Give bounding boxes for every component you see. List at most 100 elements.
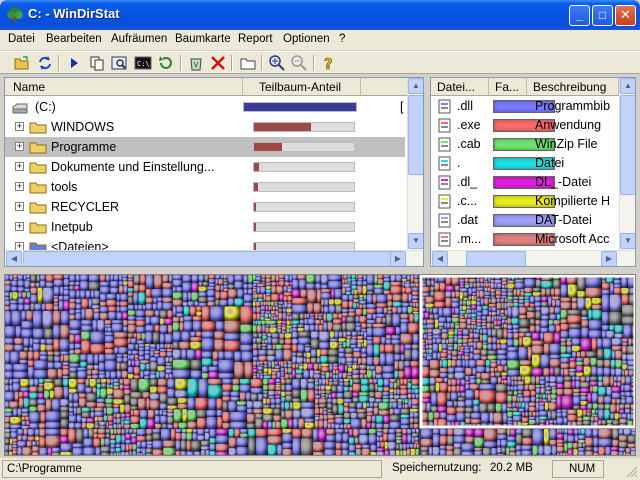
help-icon[interactable]: ? [319,54,337,72]
ext-vertical-scrollbar[interactable]: ▲ ▼ [619,78,635,250]
expand-icon[interactable]: + [15,122,24,131]
extension-list[interactable]: Datei... Fa... Beschreibung .dll Programm… [430,77,636,267]
tree-row-label: (C:) [35,100,56,114]
menu-report[interactable]: Report [238,33,273,45]
scroll-up-icon[interactable]: ▲ [408,78,423,94]
tree-row[interactable]: + WINDOWS [5,117,405,137]
expand-icon[interactable]: + [15,162,24,171]
select-parent-icon[interactable] [65,54,83,72]
tree-scroll-thumb[interactable] [408,95,423,175]
extension-name: . [457,156,461,170]
ext-scroll-thumb[interactable] [620,95,635,195]
refresh-all-icon[interactable] [36,54,54,72]
tree-row-label: tools [51,180,78,194]
extension-row[interactable]: .m... Microsoft Acc [431,230,619,249]
expand-icon[interactable]: + [15,202,24,211]
maximize-button[interactable]: □ [592,5,613,26]
folder-icon [29,202,47,214]
ext-horizontal-scrollbar[interactable]: ◀ ▶ [431,250,635,266]
menu-optionen[interactable]: Optionen [283,33,330,45]
open-icon[interactable] [13,54,31,72]
new-folder-icon[interactable] [239,54,257,72]
expand-icon[interactable]: + [15,222,24,231]
extension-row[interactable]: .dat DAT-Datei [431,211,619,230]
extension-name: .cab [457,137,481,151]
ext-header: Datei... Fa... Beschreibung [431,78,635,96]
column-subtree-share[interactable]: Teilbaum-Anteil [243,78,361,96]
scroll-left-icon[interactable]: ◀ [6,251,22,266]
tree-row[interactable]: + Programme [5,137,405,157]
copy-path-icon[interactable] [88,54,106,72]
svg-text:C:\: C:\ [137,60,150,68]
tree-row[interactable]: + Inetpub [5,217,405,237]
tree-row-label: WINDOWS [51,120,115,134]
extension-row[interactable]: . Datei [431,154,619,173]
explorer-icon[interactable] [110,54,128,72]
extension-name: .c... [457,194,478,208]
scroll-down-icon[interactable]: ▼ [408,233,423,249]
extension-description: Kompilierte H [535,194,611,208]
scroll-down-icon[interactable]: ▼ [620,233,635,249]
chm-icon [438,194,451,209]
menu-datei[interactable]: Datei [8,33,35,45]
expand-icon[interactable]: + [15,142,24,151]
zoom-out-icon[interactable] [290,54,308,72]
column-overflow-mark: [ [400,100,404,114]
extension-description: Microsoft Acc [535,232,610,246]
menu-baumkarte[interactable]: Baumkarte [175,33,231,45]
extension-description: Anwendung [535,118,602,132]
directory-tree[interactable]: Name Teilbaum-Anteil (C:) [ + WINDOWS + Progr… [4,77,424,267]
folder-icon [29,162,47,174]
extension-row[interactable]: .c... Kompilierte H [431,192,619,211]
extension-row[interactable]: .exe Anwendung [431,116,619,135]
tree-horizontal-scrollbar[interactable]: ◀ ▶ [5,250,423,266]
resize-grip-icon[interactable] [624,464,638,478]
treemap[interactable] [4,274,636,456]
menu-bearbeiten[interactable]: Bearbeiten [46,33,102,45]
close-button[interactable]: ✕ [615,5,636,26]
menu-aufraeumen[interactable]: Aufräumen [111,33,167,45]
extension-name: .dl_ [457,175,478,189]
column-name[interactable]: Name [5,78,243,96]
tree-row-label: RECYCLER [51,200,120,214]
recycle-bin-icon[interactable] [187,54,205,72]
column-description[interactable]: Beschreibung [527,78,619,96]
zoom-in-icon[interactable] [268,54,286,72]
command-prompt-icon[interactable]: C:\ [134,54,152,72]
toolbar: C:\ ? [0,51,640,74]
tree-row[interactable]: + Dokumente und Einstellung... [5,157,405,177]
folder-icon [29,142,47,154]
drive-icon [12,103,28,114]
scroll-left-icon[interactable]: ◀ [432,251,448,266]
tree-row[interactable]: (C:) [ [5,97,405,117]
subtree-share-bar [253,142,355,152]
scroll-right-icon[interactable]: ▶ [601,251,617,266]
folder-icon [29,222,47,234]
exe-icon [438,118,451,133]
subtree-share-fill [254,163,259,171]
scroll-up-icon[interactable]: ▲ [620,78,635,94]
extension-name: .dll [457,99,473,113]
extension-description: WinZip File [535,137,598,151]
expand-icon[interactable]: + [15,182,24,191]
column-color[interactable]: Fa... [489,78,527,96]
menu-help[interactable]: ? [339,33,345,45]
ext-hscroll-thumb[interactable] [466,251,526,266]
title-bar[interactable]: C: - WinDirStat _ □ ✕ [0,0,640,30]
extension-row[interactable]: .dl_ DL_-Datei [431,173,619,192]
access-icon [438,232,451,247]
tree-row[interactable]: + tools [5,177,405,197]
delete-icon[interactable] [209,54,227,72]
extension-description: Datei [535,156,565,170]
extension-row[interactable]: .cab WinZip File [431,135,619,154]
scroll-right-icon[interactable]: ▶ [390,251,406,266]
treemap-canvas[interactable] [5,275,636,456]
column-extension[interactable]: Datei... [431,78,489,96]
subtree-share-fill [254,223,256,231]
tree-vertical-scrollbar[interactable]: ▲ ▼ [407,78,423,250]
refresh-selected-icon[interactable] [157,54,175,72]
minimize-button[interactable]: _ [569,5,590,26]
tree-row[interactable]: + RECYCLER [5,197,405,217]
tree-hscroll-thumb[interactable] [23,251,403,266]
extension-row[interactable]: .dll Programmbib [431,97,619,116]
